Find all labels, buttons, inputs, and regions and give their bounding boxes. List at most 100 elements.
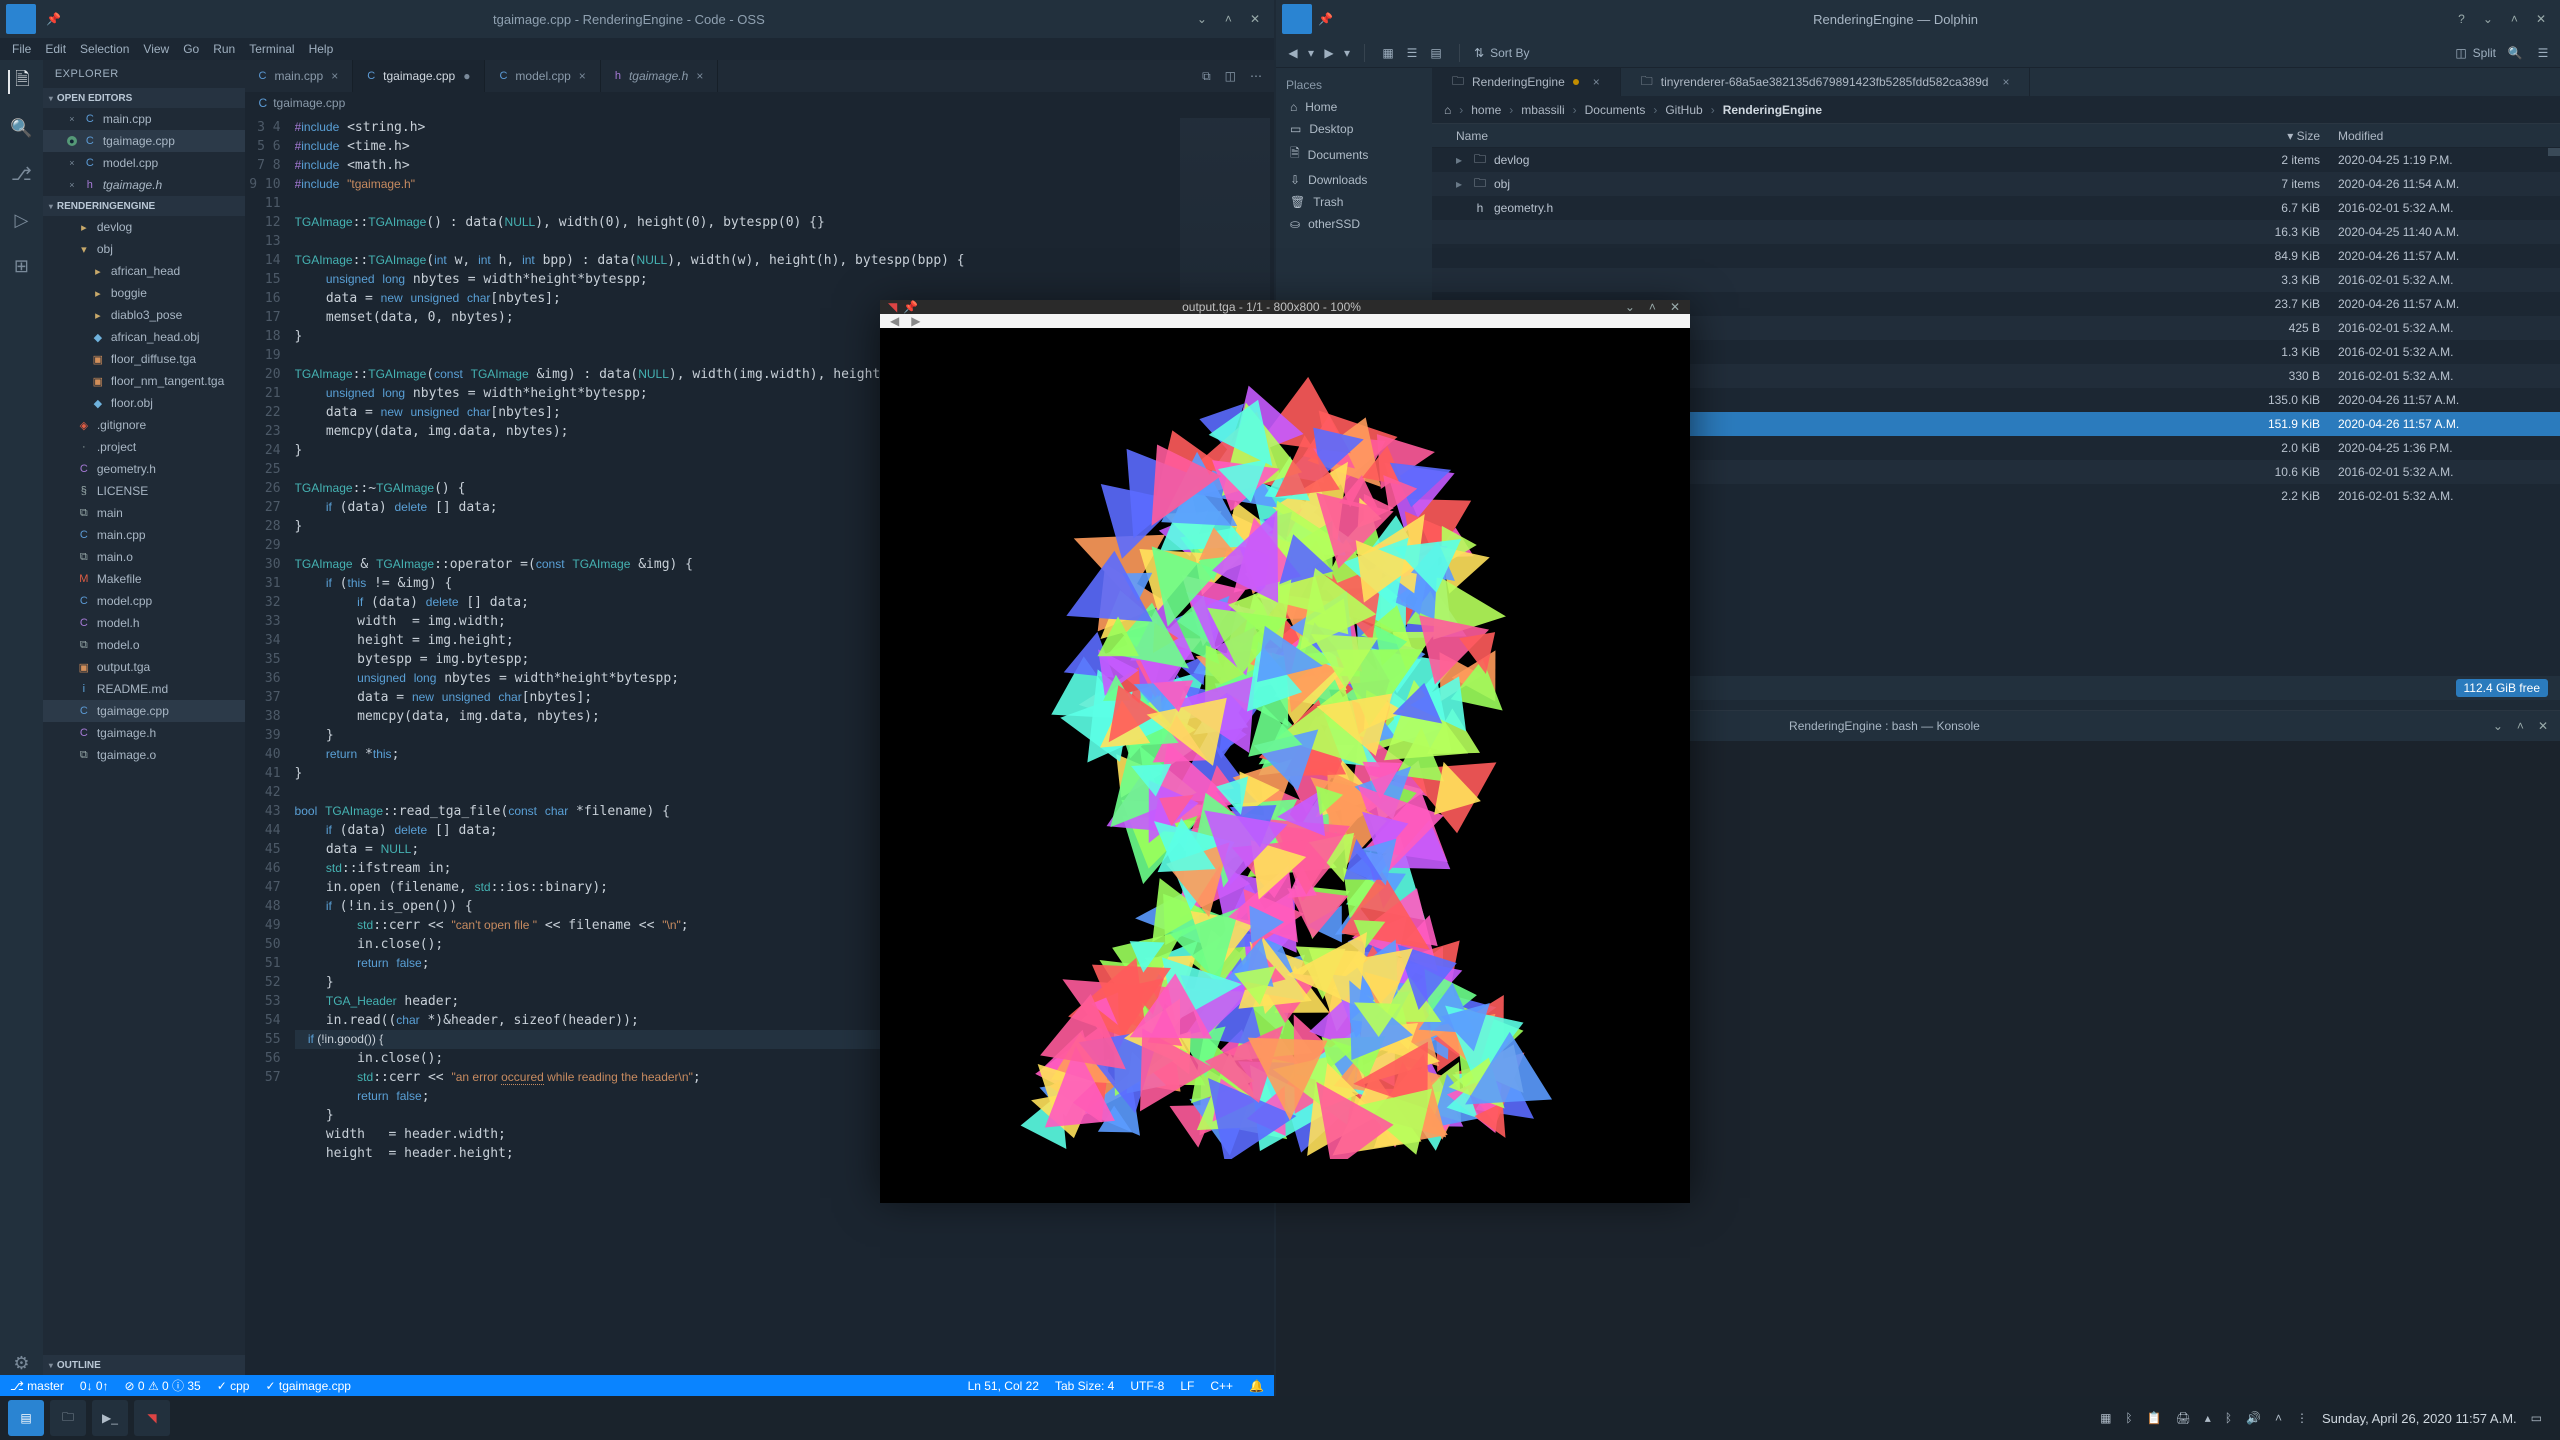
lang-check[interactable]: ✓ cpp <box>217 1379 250 1393</box>
next-image-icon[interactable]: ▶ <box>911 314 920 328</box>
taskbar-dolphin-icon[interactable]: 🗀 <box>50 1400 86 1436</box>
show-desktop-icon[interactable]: ▭ <box>2531 1411 2542 1425</box>
clipboard-icon[interactable]: 📋 <box>2147 1411 2162 1425</box>
editor-tab[interactable]: Cmain.cpp× <box>245 60 354 92</box>
git-sync[interactable]: 0↓ 0↑ <box>80 1379 109 1393</box>
file-row[interactable]: hgeometry.h6.7 KiB2016-02-01 5:32 A.M. <box>1432 196 2560 220</box>
search-icon[interactable]: 🔍 <box>2506 44 2524 62</box>
tree-item[interactable]: Cmain.cpp <box>43 524 245 546</box>
eol[interactable]: LF <box>1180 1379 1194 1393</box>
status-file[interactable]: ✓ tgaimage.cpp <box>265 1379 350 1393</box>
dolphin-tab[interactable]: 🗀RenderingEngine× <box>1432 68 1621 96</box>
language-mode[interactable]: C++ <box>1210 1379 1233 1393</box>
extensions-icon[interactable]: ⊞ <box>9 254 33 278</box>
bluetooth-icon[interactable]: ᛒ <box>2125 1411 2132 1425</box>
tree-item[interactable]: iREADME.md <box>43 678 245 700</box>
vscode-menubar[interactable]: FileEditSelectionViewGoRunTerminalHelp <box>0 38 1274 60</box>
vscode-titlebar[interactable]: 📌 tgaimage.cpp - RenderingEngine - Code … <box>0 0 1274 38</box>
menu-down-icon[interactable]: ⌄ <box>1197 12 1207 26</box>
tree-item[interactable]: ▣floor_diffuse.tga <box>43 348 245 370</box>
menu-file[interactable]: File <box>12 42 31 56</box>
pin-icon[interactable]: 📌 <box>903 300 918 314</box>
tree-item[interactable]: §LICENSE <box>43 480 245 502</box>
cursor-pos[interactable]: Ln 51, Col 22 <box>968 1379 1039 1393</box>
outline-section[interactable]: OUTLINE <box>43 1355 245 1375</box>
menu-terminal[interactable]: Terminal <box>249 42 294 56</box>
place-item[interactable]: 🗎Documents <box>1276 140 1432 169</box>
split-button[interactable]: ◫ Split <box>2455 46 2496 60</box>
open-editor-item[interactable]: ×Cmain.cpp <box>43 108 245 130</box>
more-icon[interactable]: ⋯ <box>1250 69 1262 83</box>
tray-icon[interactable]: ▦ <box>2100 1411 2111 1425</box>
close-icon[interactable]: ✕ <box>2538 719 2548 733</box>
menu-edit[interactable]: Edit <box>45 42 66 56</box>
pin-icon[interactable]: 📌 <box>46 12 61 26</box>
compare-icon[interactable]: ⧉ <box>1202 69 1211 84</box>
tree-item[interactable]: ▸diablo3_pose <box>43 304 245 326</box>
tree-item[interactable]: ▣floor_nm_tangent.tga <box>43 370 245 392</box>
breadcrumb[interactable]: C tgaimage.cpp <box>245 92 1274 114</box>
tree-item[interactable]: MMakefile <box>43 568 245 590</box>
settings-gear-icon[interactable]: ⚙ <box>9 1351 33 1375</box>
tree-item[interactable]: ▸devlog <box>43 216 245 238</box>
close-icon[interactable]: ✕ <box>1250 12 1260 26</box>
minimize-icon[interactable]: ˄ <box>1225 12 1232 26</box>
minimize-icon[interactable]: ˄ <box>1649 300 1656 314</box>
tree-item[interactable]: ·.project <box>43 436 245 458</box>
file-row[interactable]: ▸🗀devlog2 items2020-04-25 1:19 P.M. <box>1432 148 2560 172</box>
menu-down-icon[interactable]: ⌄ <box>1625 300 1635 314</box>
menu-selection[interactable]: Selection <box>80 42 129 56</box>
tree-item[interactable]: ◈.gitignore <box>43 414 245 436</box>
editor-tab[interactable]: htgaimage.h× <box>601 60 719 92</box>
icons-view-icon[interactable]: ▦ <box>1379 44 1397 62</box>
open-editors-section[interactable]: OPEN EDITORS <box>43 88 245 108</box>
open-editor-item[interactable]: ●Ctgaimage.cpp <box>43 130 245 152</box>
tree-item[interactable]: Ctgaimage.cpp <box>43 700 245 722</box>
dolphin-tab[interactable]: 🗀tinyrenderer-68a5ae382135d679891423fb52… <box>1621 68 2031 96</box>
up-icon[interactable]: ▴ <box>2205 1411 2211 1425</box>
col-modified[interactable]: Modified <box>2320 129 2560 143</box>
menu-go[interactable]: Go <box>183 42 199 56</box>
tab-size[interactable]: Tab Size: 4 <box>1055 1379 1114 1393</box>
hamburger-icon[interactable]: ☰ <box>2534 44 2552 62</box>
file-row[interactable]: 16.3 KiB2020-04-25 11:40 A.M. <box>1432 220 2560 244</box>
back-icon[interactable]: ◀ <box>1284 44 1302 62</box>
file-row[interactable]: 84.9 KiB2020-04-26 11:57 A.M. <box>1432 244 2560 268</box>
tree-item[interactable]: ▾obj <box>43 238 245 260</box>
taskbar-app-icon[interactable]: ◥ <box>134 1400 170 1436</box>
editor-tab[interactable]: Cmodel.cpp× <box>485 60 600 92</box>
tree-item[interactable]: ⧉main <box>43 502 245 524</box>
encoding[interactable]: UTF-8 <box>1130 1379 1164 1393</box>
menu-help[interactable]: Help <box>309 42 334 56</box>
volume-icon[interactable]: 🔊 <box>2246 1411 2261 1425</box>
printer-icon[interactable]: 🖨 <box>2176 1411 2191 1425</box>
tree-item[interactable]: Cmodel.h <box>43 612 245 634</box>
tree-item[interactable]: ◆floor.obj <box>43 392 245 414</box>
place-item[interactable]: ⛀otherSSD <box>1276 213 1432 235</box>
app-launcher-icon[interactable]: ▤ <box>8 1400 44 1436</box>
chevron-up-icon[interactable]: ˄ <box>2275 1411 2282 1425</box>
dolphin-breadcrumb[interactable]: ⌂›home›mbassili›Documents›GitHub›Renderi… <box>1432 96 2560 124</box>
scroll-indicator[interactable] <box>2548 148 2560 156</box>
taskbar-terminal-icon[interactable]: ▶_ <box>92 1400 128 1436</box>
col-size[interactable]: ▾ Size <box>2170 129 2320 143</box>
forward-menu-icon[interactable]: ▾ <box>1344 46 1350 60</box>
help-icon[interactable]: ? <box>2458 12 2465 26</box>
menu-run[interactable]: Run <box>213 42 235 56</box>
place-item[interactable]: ⇩Downloads <box>1276 169 1432 191</box>
split-editor-icon[interactable]: ◫ <box>1225 69 1236 83</box>
network-icon[interactable]: ⋮ <box>2296 1411 2308 1425</box>
clock[interactable]: Sunday, April 26, 2020 11:57 A.M. <box>2322 1411 2517 1426</box>
compact-view-icon[interactable]: ☰ <box>1403 44 1421 62</box>
tree-item[interactable]: ⧉main.o <box>43 546 245 568</box>
place-item[interactable]: ▭Desktop <box>1276 118 1432 140</box>
file-row[interactable]: ▸🗀obj7 items2020-04-26 11:54 A.M. <box>1432 172 2560 196</box>
minimize-icon[interactable]: ˄ <box>2517 719 2524 733</box>
search-icon[interactable]: 🔍 <box>9 116 33 140</box>
close-icon[interactable]: ✕ <box>2536 12 2546 26</box>
debug-icon[interactable]: ▷ <box>9 208 33 232</box>
explorer-icon[interactable]: 🗎 <box>8 70 32 94</box>
tree-item[interactable]: ▸african_head <box>43 260 245 282</box>
feedback-icon[interactable]: 🔔 <box>1249 1379 1264 1393</box>
details-view-icon[interactable]: ▤ <box>1427 44 1445 62</box>
